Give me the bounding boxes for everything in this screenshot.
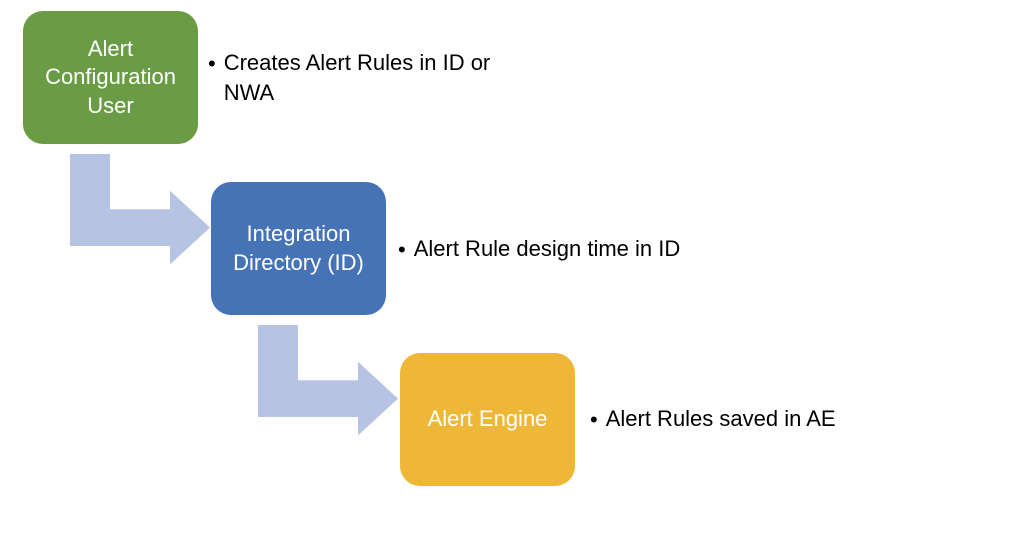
- bullet-dot-icon: •: [590, 405, 598, 435]
- node-1-label: Alert Configuration User: [33, 35, 188, 121]
- node-integration-directory: Integration Directory (ID): [211, 182, 386, 315]
- bullet-1-container: • Creates Alert Rules in ID or NWA: [208, 48, 524, 107]
- bullet-3-text: Alert Rules saved in AE: [606, 404, 836, 434]
- node-2-label: Integration Directory (ID): [221, 220, 376, 277]
- bullet-1-text: Creates Alert Rules in ID or NWA: [224, 48, 524, 107]
- node-alert-config-user: Alert Configuration User: [23, 11, 198, 144]
- bullet-2-container: • Alert Rule design time in ID: [398, 234, 680, 265]
- node-alert-engine: Alert Engine: [400, 353, 575, 486]
- bullet-dot-icon: •: [398, 235, 406, 265]
- bullet-3-container: • Alert Rules saved in AE: [590, 404, 836, 435]
- node-3-label: Alert Engine: [428, 405, 548, 434]
- arrow-down-right-icon: [70, 154, 210, 264]
- arrow-down-right-icon: [258, 325, 398, 435]
- bullet-dot-icon: •: [208, 49, 216, 79]
- bullet-2-text: Alert Rule design time in ID: [414, 234, 681, 264]
